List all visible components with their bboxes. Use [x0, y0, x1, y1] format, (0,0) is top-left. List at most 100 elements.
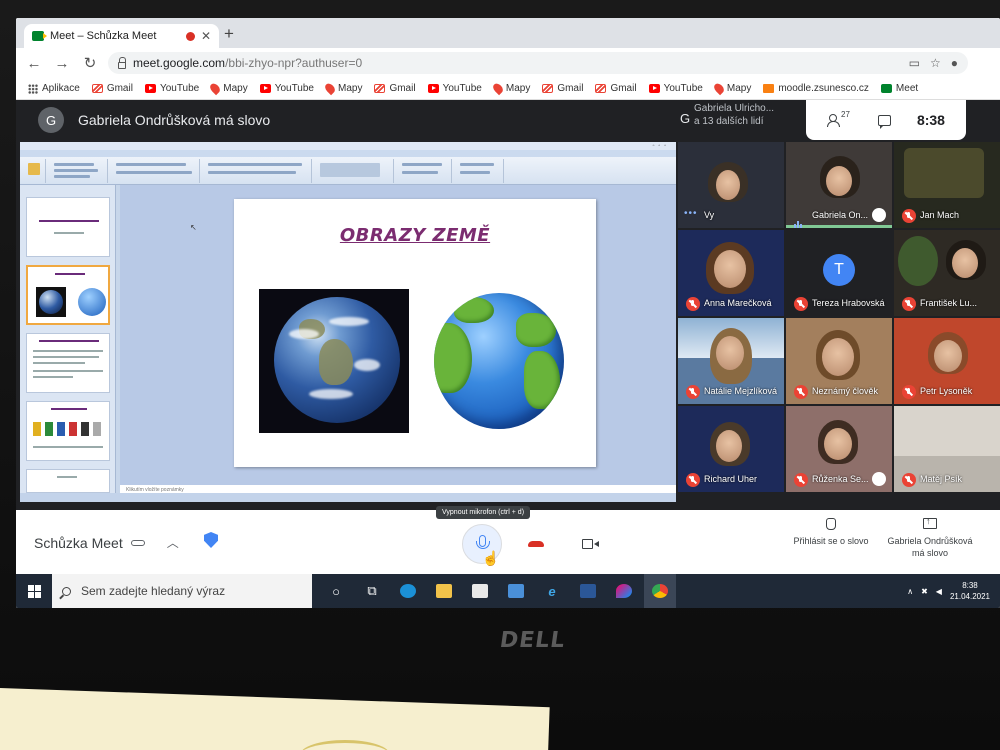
tray-chevron-icon[interactable]: ∧ [907, 587, 913, 596]
microphone-icon [476, 535, 490, 549]
bookmark-youtube[interactable]: YouTube [427, 83, 482, 94]
slide-thumbnail-5[interactable] [26, 469, 110, 493]
participant-face [952, 248, 978, 278]
ribbon-control [460, 163, 494, 166]
store-icon[interactable] [464, 574, 496, 608]
network-icon[interactable]: ✖ [921, 587, 928, 596]
shared-screen: ▫▫▫ OBRAZY ZEMĚ ↖ Klikutím vložíte pozná… [20, 142, 676, 502]
participant-tile[interactable]: ••• Vy [678, 142, 784, 228]
new-tab-button[interactable]: + [224, 24, 234, 44]
participant-tile[interactable]: T Tereza Hrabovská [786, 230, 892, 316]
bookmark-meet[interactable]: Meet [880, 83, 918, 94]
tray-date: 21.04.2021 [949, 592, 990, 601]
pin-icon[interactable] [872, 472, 886, 486]
participant-tile[interactable]: Anna Marečková [678, 230, 784, 316]
file-explorer-icon[interactable] [428, 574, 460, 608]
camera-permission-icon[interactable]: ▭ [909, 56, 920, 70]
participant-tile[interactable]: Petr Lysoněk [894, 318, 1000, 404]
earth-landmass [319, 339, 353, 385]
present-screen-icon [923, 515, 937, 529]
thumb-bin [69, 422, 77, 436]
raise-hand-button[interactable]: Přihlásit se o slovo [786, 518, 876, 546]
presenter-avatar: G [38, 107, 64, 133]
url-host: meet.google.com [133, 56, 226, 70]
back-icon[interactable]: ← [26, 55, 42, 72]
bookmark-youtube[interactable]: YouTube [144, 83, 199, 94]
word-icon[interactable] [572, 574, 604, 608]
leave-call-button[interactable] [516, 524, 556, 564]
thumb-photo [36, 287, 66, 317]
tray-clock[interactable]: 8:38 21.04.2021 [950, 580, 990, 602]
chevron-up-icon[interactable]: ︿ [167, 534, 179, 551]
people-button[interactable]: 27 [827, 110, 852, 127]
maps-pin-icon [323, 81, 337, 96]
bookmark-apps[interactable]: Aplikace [28, 83, 80, 94]
bookmark-star-icon[interactable]: ☆ [930, 56, 941, 70]
bookmark-maps[interactable]: Mapy [712, 81, 751, 96]
participant-tile[interactable]: Gabriela On... [786, 142, 892, 228]
participant-name: Tereza Hrabovská [812, 298, 885, 308]
host-controls-shield-icon[interactable] [204, 532, 218, 548]
participant-tile[interactable]: Richard Uher [678, 406, 784, 492]
participant-tile[interactable]: Neznámý člověk [786, 318, 892, 404]
reload-icon[interactable]: ↻ [82, 54, 98, 72]
paint-icon[interactable] [608, 574, 640, 608]
browser-tab-meet[interactable]: Meet – Schůzka Meet ✕ [24, 24, 219, 48]
bookmark-youtube[interactable]: YouTube [648, 83, 703, 94]
audio-level-icon [794, 211, 804, 228]
profile-icon[interactable]: ● [951, 56, 958, 70]
pin-icon[interactable] [872, 208, 886, 222]
bookmark-youtube[interactable]: YouTube [259, 83, 314, 94]
maps-pin-icon [491, 81, 505, 96]
chat-icon[interactable] [877, 114, 891, 129]
start-button[interactable] [16, 574, 52, 608]
mail-icon[interactable] [500, 574, 532, 608]
presenting-text: Gabriela Ondrůšková má slovo [78, 112, 271, 128]
participant-tile[interactable]: Natálie Mejzlíková [678, 318, 784, 404]
task-view-icon[interactable]: ⧉ [356, 574, 388, 608]
camera-button[interactable] [570, 524, 610, 564]
cortana-icon[interactable]: ○ [320, 574, 352, 608]
recording-icon [185, 31, 195, 41]
participant-tile[interactable]: Matěj Psík [894, 406, 1000, 492]
bookmark-maps[interactable]: Mapy [491, 81, 530, 96]
participant-tile[interactable]: František Lu... [894, 230, 1000, 316]
present-button[interactable]: Gabriela Ondrůšková má slovo [880, 515, 980, 559]
youtube-icon [259, 84, 271, 93]
participant-name: Matěj Psík [920, 474, 963, 484]
address-bar[interactable]: meet.google.com/bbi-zhyo-npr?authuser=0 … [108, 52, 968, 74]
volume-icon[interactable]: ◀ [936, 587, 942, 596]
forward-icon[interactable]: → [54, 55, 70, 72]
bookmark-maps[interactable]: Mapy [323, 81, 362, 96]
bookmark-moodle[interactable]: moodle.zsunesco.cz [763, 83, 869, 94]
bookmark-gmail[interactable]: Gmail [542, 83, 583, 94]
slide-thumbnail-2[interactable] [26, 265, 110, 325]
meeting-details[interactable]: Schůzka Meet ︿ [34, 534, 179, 551]
participant-face [716, 336, 744, 370]
mic-off-icon [902, 385, 916, 399]
raise-hand-label: Přihlásit se o slovo [793, 536, 869, 546]
ribbon-control [54, 169, 98, 172]
close-tab-icon[interactable]: ✕ [201, 29, 211, 43]
thumb-line [57, 476, 77, 478]
window-buttons: ▫▫▫ [652, 143, 670, 149]
bookmark-maps[interactable]: Mapy [208, 81, 248, 96]
current-slide: OBRAZY ZEMĚ [234, 199, 596, 467]
mic-off-icon [902, 473, 916, 487]
edge-browser-icon[interactable] [392, 574, 424, 608]
slide-thumbnail-3[interactable] [26, 333, 110, 393]
slide-thumbnail-4[interactable] [26, 401, 110, 461]
maps-pin-icon [712, 81, 726, 96]
participant-tile[interactable]: Růženka Se... [786, 406, 892, 492]
taskbar-search[interactable]: Sem zadejte hledaný výraz [52, 574, 312, 608]
slide-thumbnail-1[interactable] [26, 197, 110, 257]
internet-explorer-icon[interactable]: e [536, 574, 568, 608]
gmail-icon [542, 84, 554, 93]
participant-tile[interactable]: Jan Mach [894, 142, 1000, 228]
bookmark-gmail[interactable]: Gmail [595, 83, 637, 94]
chrome-icon[interactable] [644, 574, 676, 608]
participant-name: Vy [704, 210, 715, 220]
ribbon-control [402, 171, 438, 174]
bookmark-gmail[interactable]: Gmail [374, 83, 416, 94]
bookmark-gmail[interactable]: Gmail [91, 83, 133, 94]
